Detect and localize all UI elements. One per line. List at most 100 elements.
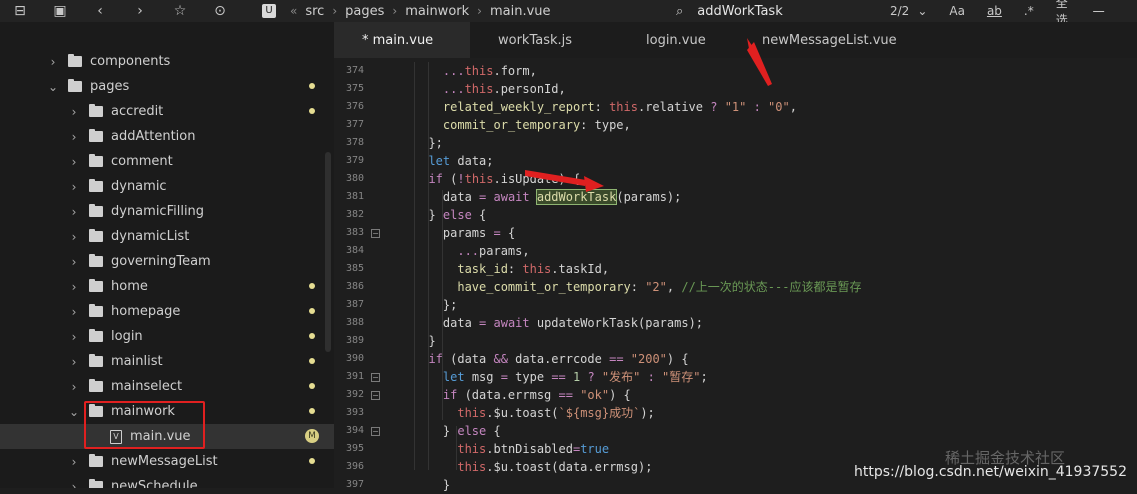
folder-item[interactable]: › mainlist xyxy=(0,349,334,374)
forward-icon[interactable]: › xyxy=(120,0,160,22)
tree-item-label: newMessageList xyxy=(111,454,218,469)
chevron-right-icon[interactable]: › xyxy=(69,230,79,244)
folder-item[interactable]: › dynamic xyxy=(0,174,334,199)
tab-main-vue[interactable]: * main.vue xyxy=(334,22,470,58)
breadcrumb-item[interactable]: src xyxy=(305,4,324,19)
code-token: (data xyxy=(442,352,494,366)
tree-item-label: home xyxy=(111,279,148,294)
breadcrumb-item[interactable]: mainwork xyxy=(405,4,469,19)
breadcrumb-item[interactable]: pages xyxy=(345,4,384,19)
modified-dot xyxy=(309,383,315,389)
chevron-down-icon[interactable]: ⌄ xyxy=(917,4,927,18)
modified-dot xyxy=(309,108,315,114)
code-token: : xyxy=(753,100,761,114)
folder-item[interactable]: › mainselect xyxy=(0,374,334,399)
fold-icon[interactable]: − xyxy=(371,373,380,382)
folder-item[interactable]: › dynamicFilling xyxy=(0,199,334,224)
search-input[interactable]: addWorkTask xyxy=(697,4,782,19)
match-word-toggle[interactable]: ab xyxy=(987,4,1002,18)
chevron-right-icon[interactable]: › xyxy=(69,355,79,369)
folder-icon xyxy=(68,79,82,92)
tab-login-vue[interactable]: login.vue xyxy=(618,22,762,58)
tab-label: * main.vue xyxy=(362,32,434,48)
chevron-right-icon[interactable]: › xyxy=(69,155,79,169)
folder-item[interactable]: › addAttention xyxy=(0,124,334,149)
tree-item-label: pages xyxy=(90,79,130,94)
code-token: } xyxy=(414,478,451,492)
folder-item[interactable]: › comment xyxy=(0,149,334,174)
folder-item[interactable]: › login xyxy=(0,324,334,349)
chevron-right-icon[interactable]: › xyxy=(69,180,79,194)
code-token: .$u.toast(data.errmsg); xyxy=(486,460,653,474)
back-icon[interactable]: ‹ xyxy=(80,0,120,22)
chevron-right-icon[interactable]: › xyxy=(69,305,79,319)
chevron-right-icon[interactable]: › xyxy=(69,480,79,489)
breadcrumb-item[interactable]: main.vue xyxy=(490,4,551,19)
breadcrumb-separator: › xyxy=(477,4,482,18)
code-token: (params); xyxy=(616,190,682,204)
folder-item[interactable]: › components xyxy=(0,49,334,74)
tab-bar: * main.vue workTask.js login.vue newMess… xyxy=(334,22,1137,58)
tree-item-label: homepage xyxy=(111,304,181,319)
code-token: == xyxy=(551,370,566,384)
folder-item[interactable]: › homepage xyxy=(0,299,334,324)
fold-icon[interactable]: − xyxy=(371,229,380,238)
chevron-down-icon[interactable]: ⌄ xyxy=(69,405,79,419)
folder-icon xyxy=(89,129,103,142)
code-token: ; xyxy=(700,370,708,384)
chevron-right-icon[interactable]: › xyxy=(48,55,58,69)
tree-item-label: dynamic xyxy=(111,179,167,194)
code-token: if xyxy=(428,352,443,366)
code-token: ) { xyxy=(666,352,689,366)
folder-item[interactable]: › dynamicList xyxy=(0,224,334,249)
code-token: this xyxy=(609,100,638,114)
code-line: } else { xyxy=(414,206,486,224)
folder-item[interactable]: › home xyxy=(0,274,334,299)
chevron-down-icon[interactable]: ⌄ xyxy=(48,80,58,94)
chevron-right-icon[interactable]: › xyxy=(69,205,79,219)
save-icon[interactable]: ▣ xyxy=(40,0,80,22)
chevron-right-icon[interactable]: › xyxy=(69,255,79,269)
code-token: params xyxy=(414,226,494,240)
folder-icon xyxy=(89,454,103,467)
indent-guide xyxy=(414,62,415,470)
folder-icon xyxy=(89,154,103,167)
folder-item[interactable]: › governingTeam xyxy=(0,249,334,274)
breadcrumb-separator: › xyxy=(332,4,338,18)
code-token: have_commit_or_temporary xyxy=(414,280,631,294)
chevron-right-icon[interactable]: › xyxy=(69,455,79,469)
star-icon[interactable]: ☆ xyxy=(160,0,200,22)
folder-item[interactable]: › accredit xyxy=(0,99,334,124)
code-token: .taskId, xyxy=(551,262,610,276)
chevron-right-icon[interactable]: › xyxy=(69,280,79,294)
chevron-right-icon[interactable]: › xyxy=(69,130,79,144)
code-token: , xyxy=(789,100,797,114)
tree-item-label: governingTeam xyxy=(111,254,211,269)
modified-dot xyxy=(309,358,315,364)
chevron-right-icon[interactable]: › xyxy=(69,330,79,344)
folder-icon xyxy=(89,279,103,292)
tab-worktask-js[interactable]: workTask.js xyxy=(470,22,618,58)
folder-item[interactable]: › newSchedule xyxy=(0,474,334,488)
sidebar-toggle-icon[interactable]: ⊟ xyxy=(0,0,40,22)
line-number: 397 xyxy=(345,479,364,490)
fold-icon[interactable]: − xyxy=(371,427,380,436)
regex-toggle[interactable]: .* xyxy=(1024,4,1034,18)
match-case-toggle[interactable]: Aa xyxy=(949,4,965,18)
folder-icon xyxy=(89,229,103,242)
code-token: } xyxy=(414,334,436,348)
sidebar-scrollbar[interactable] xyxy=(325,152,331,352)
code-token: this xyxy=(464,82,494,96)
folder-icon xyxy=(68,54,82,67)
chevron-right-icon[interactable]: › xyxy=(69,105,79,119)
tab-newmessagelist-vue[interactable]: newMessageList.vue xyxy=(762,22,942,58)
code-token: .form, xyxy=(493,64,537,78)
folder-item[interactable]: ⌄ pages xyxy=(0,74,334,99)
chevron-right-icon[interactable]: › xyxy=(69,380,79,394)
modified-dot xyxy=(309,333,315,339)
run-icon[interactable]: ⊙ xyxy=(200,0,240,22)
folder-item[interactable]: › newMessageList xyxy=(0,449,334,474)
fold-icon[interactable]: − xyxy=(371,391,380,400)
